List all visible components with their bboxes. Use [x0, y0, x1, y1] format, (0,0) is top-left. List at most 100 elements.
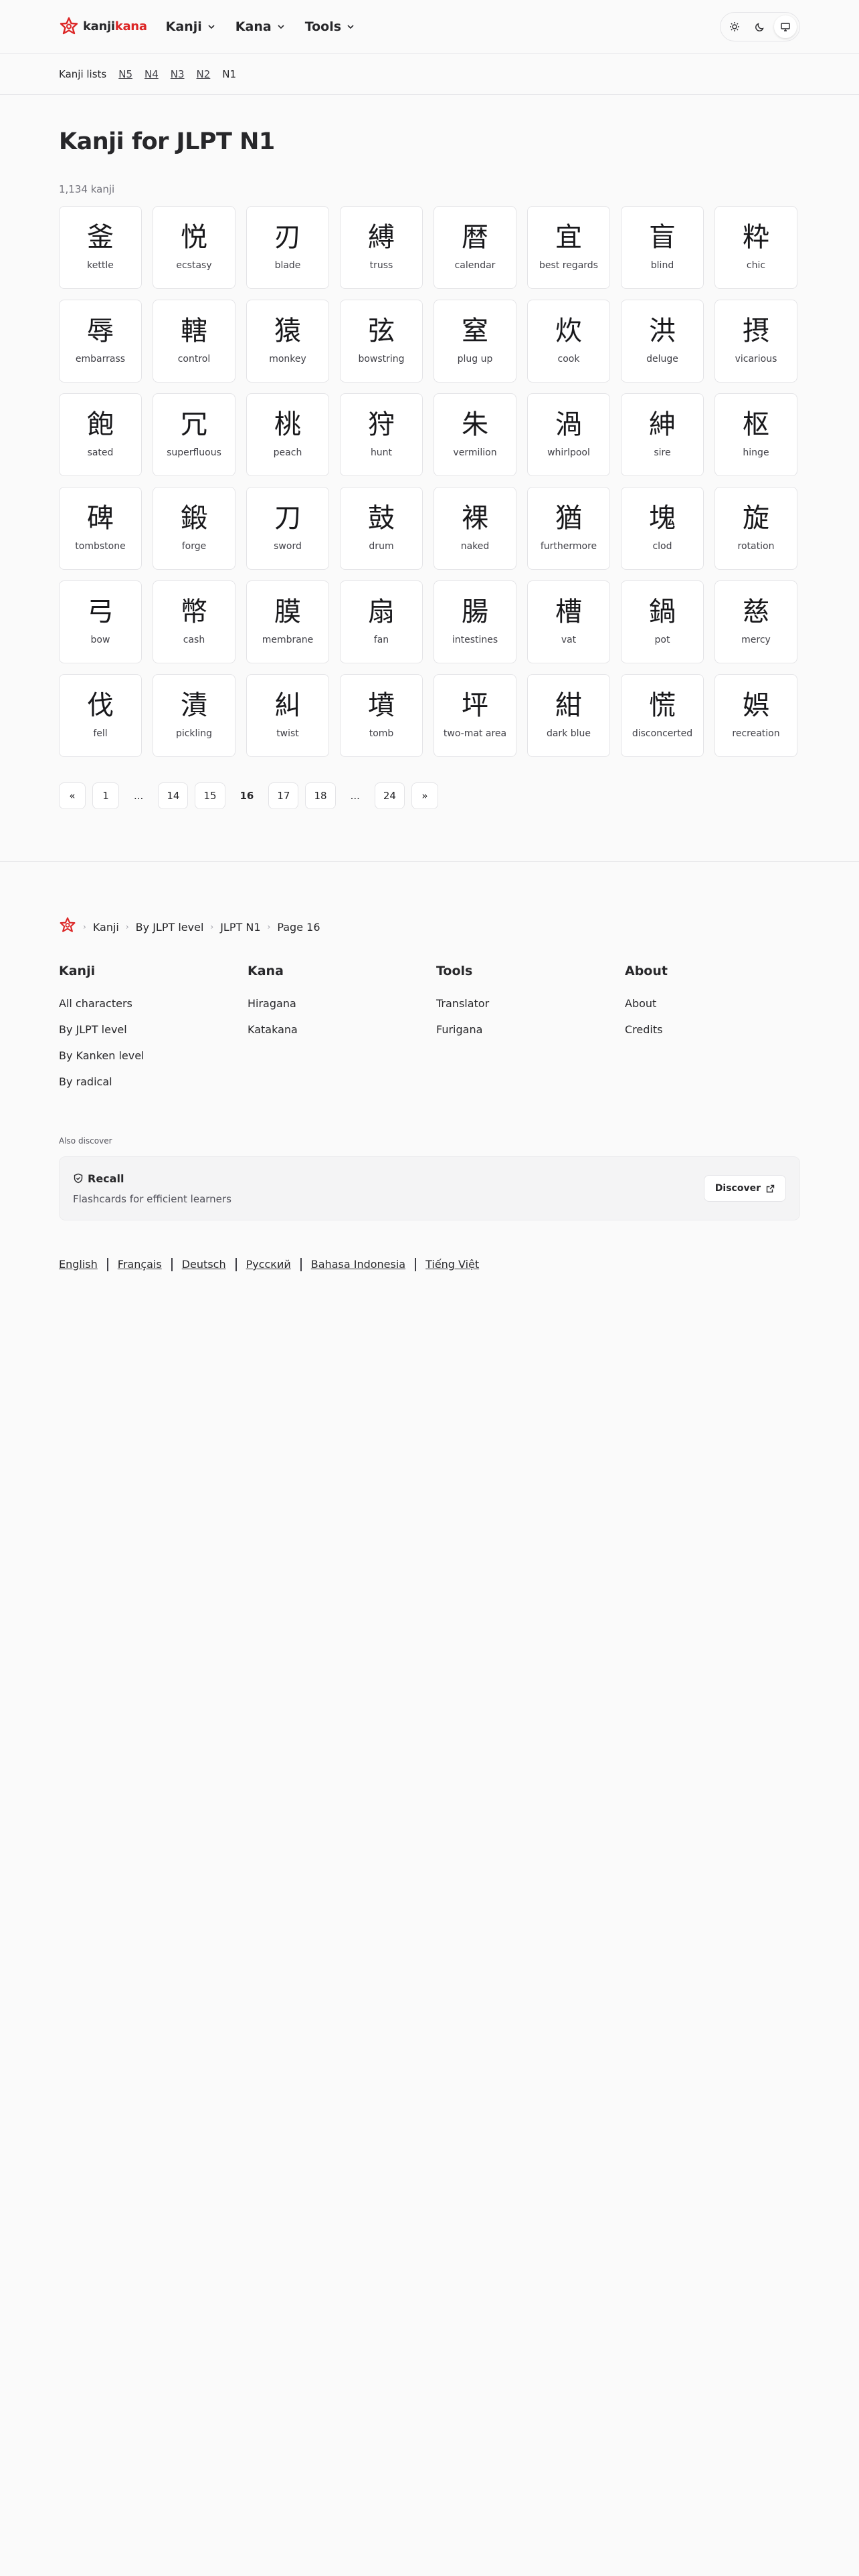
- footer-link-all-characters[interactable]: All characters: [59, 997, 248, 1010]
- kanji-card[interactable]: 炊 cook: [527, 300, 610, 383]
- kanji-card[interactable]: 狩 hunt: [340, 393, 423, 476]
- kanji-card[interactable]: 慈 mercy: [714, 580, 797, 663]
- nav-kana-menu[interactable]: Kana: [235, 19, 285, 34]
- kanji-meaning: clod: [652, 541, 672, 552]
- kanji-meaning: intestines: [452, 635, 498, 645]
- kanji-card[interactable]: 桃 peach: [246, 393, 329, 476]
- nav-kanji-menu[interactable]: Kanji: [166, 19, 215, 34]
- kanji-card[interactable]: 紺 dark blue: [527, 674, 610, 757]
- system-theme-button[interactable]: [774, 15, 797, 38]
- kanji-character: 轄: [181, 316, 207, 346]
- discover-label: Discover: [714, 1183, 761, 1194]
- language-indonesian[interactable]: Bahasa Indonesia: [300, 1258, 415, 1271]
- kanji-character: 鍋: [649, 597, 676, 627]
- kanji-card[interactable]: 飽 sated: [59, 393, 142, 476]
- subnav-level-n2[interactable]: N2: [197, 68, 211, 80]
- page-15-button[interactable]: 15: [195, 782, 225, 809]
- kanji-card[interactable]: 弓 bow: [59, 580, 142, 663]
- kanji-card[interactable]: 猶 furthermore: [527, 487, 610, 570]
- current-page: 16: [240, 790, 254, 802]
- discover-button[interactable]: Discover: [703, 1175, 786, 1202]
- kanji-card[interactable]: 漬 pickling: [153, 674, 235, 757]
- footer-link-about[interactable]: About: [625, 997, 814, 1010]
- kanji-card[interactable]: 槽 vat: [527, 580, 610, 663]
- subnav-level-n3[interactable]: N3: [171, 68, 185, 80]
- kanji-card[interactable]: 腸 intestines: [434, 580, 516, 663]
- kanji-card[interactable]: 膜 membrane: [246, 580, 329, 663]
- kanji-card[interactable]: 糾 twist: [246, 674, 329, 757]
- kanji-card[interactable]: 弦 bowstring: [340, 300, 423, 383]
- language-french[interactable]: Français: [106, 1258, 171, 1271]
- footer-link-credits[interactable]: Credits: [625, 1023, 814, 1036]
- kanji-card[interactable]: 刀 sword: [246, 487, 329, 570]
- kanji-card[interactable]: 紳 sire: [621, 393, 704, 476]
- kanji-card[interactable]: 轄 control: [153, 300, 235, 383]
- kanji-card[interactable]: 鼓 drum: [340, 487, 423, 570]
- footer-link-translator[interactable]: Translator: [436, 997, 625, 1010]
- kanji-card[interactable]: 暦 calendar: [434, 206, 516, 289]
- nav-tools-menu[interactable]: Tools: [305, 19, 355, 34]
- subnav-level-n4[interactable]: N4: [145, 68, 159, 80]
- kanji-card[interactable]: 洪 deluge: [621, 300, 704, 383]
- page-1-button[interactable]: 1: [92, 782, 119, 809]
- kanji-card[interactable]: 扇 fan: [340, 580, 423, 663]
- kanji-card[interactable]: 悦 ecstasy: [153, 206, 235, 289]
- kanji-card[interactable]: 窒 plug up: [434, 300, 516, 383]
- kanji-card[interactable]: 娯 recreation: [714, 674, 797, 757]
- language-german[interactable]: Deutsch: [171, 1258, 235, 1271]
- kanji-card[interactable]: 裸 naked: [434, 487, 516, 570]
- kanji-card[interactable]: 坪 two-mat area: [434, 674, 516, 757]
- kanji-card[interactable]: 猿 monkey: [246, 300, 329, 383]
- page-14-button[interactable]: 14: [158, 782, 189, 809]
- kanji-card[interactable]: 盲 blind: [621, 206, 704, 289]
- kanji-card[interactable]: 鍛 forge: [153, 487, 235, 570]
- kanji-card[interactable]: 冗 superfluous: [153, 393, 235, 476]
- kanji-card[interactable]: 辱 embarrass: [59, 300, 142, 383]
- kanji-card[interactable]: 旋 rotation: [714, 487, 797, 570]
- page-24-button[interactable]: 24: [374, 782, 405, 809]
- subnav-level-n5[interactable]: N5: [118, 68, 132, 80]
- breadcrumb-level[interactable]: JLPT N1: [220, 921, 260, 934]
- footer-column-tools: Tools Translator Furigana: [436, 964, 625, 1101]
- kanji-card[interactable]: 幣 cash: [153, 580, 235, 663]
- breadcrumb-kanji[interactable]: Kanji: [93, 921, 119, 934]
- footer-column-kana: Kana Hiragana Katakana: [248, 964, 436, 1101]
- kanji-card[interactable]: 慌 disconcerted: [621, 674, 704, 757]
- footer-link-by-kanken-level[interactable]: By Kanken level: [59, 1049, 248, 1062]
- page-17-button[interactable]: 17: [268, 782, 299, 809]
- footer-link-hiragana[interactable]: Hiragana: [248, 997, 436, 1010]
- next-page-button[interactable]: »: [411, 782, 438, 809]
- language-english[interactable]: English: [59, 1258, 107, 1271]
- dark-theme-button[interactable]: [749, 15, 771, 38]
- page-18-button[interactable]: 18: [305, 782, 336, 809]
- prev-page-button[interactable]: «: [59, 782, 86, 809]
- light-theme-button[interactable]: [723, 15, 746, 38]
- footer-link-by-jlpt-level[interactable]: By JLPT level: [59, 1023, 248, 1036]
- kanji-card[interactable]: 粋 chic: [714, 206, 797, 289]
- kanji-card[interactable]: 墳 tomb: [340, 674, 423, 757]
- kanji-character: 慈: [743, 597, 769, 627]
- footer-link-furigana[interactable]: Furigana: [436, 1023, 625, 1036]
- kanji-card[interactable]: 塊 clod: [621, 487, 704, 570]
- flower-logo-icon: [60, 17, 78, 34]
- kanji-card[interactable]: 摂 vicarious: [714, 300, 797, 383]
- footer-column-title: Kanji: [59, 964, 96, 978]
- kanji-card[interactable]: 宜 best regards: [527, 206, 610, 289]
- kanji-card[interactable]: 釜 kettle: [59, 206, 142, 289]
- kanji-card[interactable]: 朱 vermilion: [434, 393, 516, 476]
- kanji-card[interactable]: 縛 truss: [340, 206, 423, 289]
- breadcrumb-home[interactable]: [59, 917, 76, 937]
- footer-link-by-radical[interactable]: By radical: [59, 1075, 248, 1088]
- kanji-card[interactable]: 鍋 pot: [621, 580, 704, 663]
- kanji-card[interactable]: 碑 tombstone: [59, 487, 142, 570]
- logo[interactable]: kanjikana: [59, 17, 147, 37]
- kanji-card[interactable]: 伐 fell: [59, 674, 142, 757]
- kanji-card[interactable]: 渦 whirlpool: [527, 393, 610, 476]
- footer-link-katakana[interactable]: Katakana: [248, 1023, 436, 1036]
- language-russian[interactable]: Русский: [235, 1258, 300, 1271]
- kanji-card[interactable]: 枢 hinge: [714, 393, 797, 476]
- breadcrumb-by-level[interactable]: By JLPT level: [136, 921, 204, 934]
- language-vietnamese[interactable]: Tiếng Việt: [415, 1258, 488, 1271]
- kanji-card[interactable]: 刃 blade: [246, 206, 329, 289]
- kanji-meaning: two-mat area: [443, 728, 507, 739]
